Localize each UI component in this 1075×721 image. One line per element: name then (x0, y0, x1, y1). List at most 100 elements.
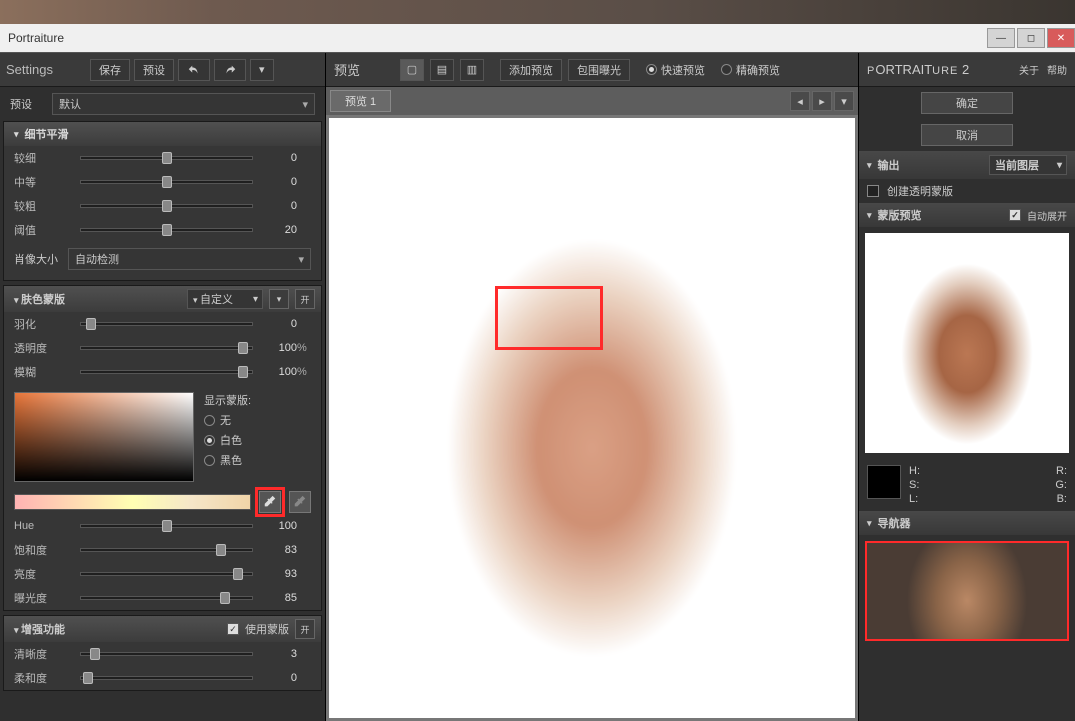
enhance-expand-button[interactable]: 开 (295, 619, 315, 639)
slider-feather: 羽化 0 (4, 312, 321, 336)
show-mask-label: 显示蒙版: (204, 392, 251, 408)
enhance-section: 增强功能 ✓ 使用蒙版 开 清晰度 3 柔和度 0 (3, 615, 322, 691)
preset-row: 预设 默认 (0, 87, 325, 121)
close-button[interactable]: ✕ (1047, 28, 1075, 48)
maximize-button[interactable]: ◻ (1017, 28, 1045, 48)
preview-area[interactable] (326, 115, 858, 721)
color-picker-area: 显示蒙版: 无 白色 黑色 (4, 384, 321, 490)
preset-button[interactable]: 预设 (134, 59, 174, 81)
tab-preview-1[interactable]: 预览 1 (330, 90, 391, 112)
slider-opacity-track[interactable] (80, 346, 253, 350)
view-single-button[interactable]: ▢ (400, 59, 424, 81)
window-controls: — ◻ ✕ (985, 28, 1075, 48)
slider-exposure-track[interactable] (80, 596, 253, 600)
selection-box[interactable] (495, 286, 603, 350)
skin-mode-dropdown-arrow[interactable]: ▾ (269, 289, 289, 309)
help-link[interactable]: 帮助 (1047, 62, 1067, 77)
slider-hue: Hue 100 (4, 514, 321, 538)
tab-prev-button[interactable]: ◂ (790, 91, 810, 111)
brand-label: PORTRAITURE 2 (867, 62, 969, 77)
redo-button[interactable] (214, 59, 246, 81)
mask-none[interactable]: 无 (204, 412, 251, 428)
slider-brightness: 亮度 93 (4, 562, 321, 586)
mask-black[interactable]: 黑色 (204, 452, 251, 468)
slider-saturation-track[interactable] (80, 548, 253, 552)
slider-blur-track[interactable] (80, 370, 253, 374)
slider-medium: 中等 0 (4, 170, 321, 194)
hue-gradient[interactable] (14, 494, 251, 510)
mask-white[interactable]: 白色 (204, 432, 251, 448)
slider-blur: 模糊 100% (4, 360, 321, 384)
output-dropdown[interactable]: 当前图层 (989, 155, 1067, 175)
preset-label: 预设 (10, 96, 42, 112)
view-split-v-button[interactable]: ▥ (460, 59, 484, 81)
enhance-header[interactable]: 增强功能 ✓ 使用蒙版 开 (4, 616, 321, 642)
tab-menu-button[interactable]: ▾ (834, 91, 854, 111)
mask-face-image (865, 233, 1069, 453)
minimize-button[interactable]: — (987, 28, 1015, 48)
slider-saturation: 饱和度 83 (4, 538, 321, 562)
portrait-size-dropdown[interactable]: 自动检测 (68, 248, 311, 270)
skin-expand-button[interactable]: 开 (295, 289, 315, 309)
portrait-size-row: 肖像大小 自动检测 (4, 242, 321, 280)
slider-coarse-track[interactable] (80, 204, 253, 208)
eyedropper-minus-button[interactable] (289, 491, 311, 513)
color-picker[interactable] (14, 392, 194, 482)
window-title: Portraiture (8, 31, 64, 45)
fast-preview-radio[interactable]: 快速预览 (646, 62, 705, 78)
slider-softness: 柔和度 0 (4, 666, 321, 690)
preview-panel: 预览 ▢ ▤ ▥ 添加预览 包围曝光 快速预览 精确预览 预览 1 ◂ ▸ ▾ (326, 53, 859, 721)
preset-dropdown[interactable]: 默认 (52, 93, 315, 115)
right-panel: PORTRAITURE 2 关于 帮助 确定 取消 输出 当前图层 创建透明蒙版… (859, 53, 1075, 721)
detail-smooth-header[interactable]: 细节平滑 (4, 122, 321, 146)
tab-next-button[interactable]: ▸ (812, 91, 832, 111)
view-split-h-button[interactable]: ▤ (430, 59, 454, 81)
add-preview-button[interactable]: 添加预览 (500, 59, 562, 81)
slider-threshold: 阈值 20 (4, 218, 321, 242)
cancel-button[interactable]: 取消 (921, 124, 1013, 146)
about-link[interactable]: 关于 (1019, 62, 1039, 77)
mask-preview-header[interactable]: 蒙版预览 ✓ 自动展开 (859, 203, 1075, 227)
eyedropper-button[interactable] (259, 491, 281, 513)
output-header[interactable]: 输出 当前图层 (859, 151, 1075, 179)
navigator-thumb[interactable] (865, 541, 1069, 641)
hue-bar-row (14, 493, 311, 511)
window-title-bar: Portraiture — ◻ ✕ (0, 24, 1075, 53)
slider-fine-track[interactable] (80, 156, 253, 160)
background-strip (0, 0, 1075, 24)
precise-preview-radio[interactable]: 精确预览 (721, 62, 780, 78)
bracket-exposure-button[interactable]: 包围曝光 (568, 59, 630, 81)
slider-medium-track[interactable] (80, 180, 253, 184)
slider-hue-track[interactable] (80, 524, 253, 528)
hsl-readout: H:R: S:G: L:B: (859, 459, 1075, 511)
slider-softness-track[interactable] (80, 676, 253, 680)
slider-opacity: 透明度 100% (4, 336, 321, 360)
mask-display-options: 显示蒙版: 无 白色 黑色 (204, 392, 251, 482)
main-layout: Settings 保存 预设 ▾ 预设 默认 细节平滑 较细 0 中等 0 (0, 53, 1075, 721)
mask-preview-thumb[interactable] (865, 233, 1069, 453)
right-header: PORTRAITURE 2 关于 帮助 (859, 53, 1075, 87)
navigator-header[interactable]: 导航器 (859, 511, 1075, 535)
slider-brightness-track[interactable] (80, 572, 253, 576)
use-mask-checkbox[interactable]: ✓ (227, 623, 239, 635)
ok-button[interactable]: 确定 (921, 92, 1013, 114)
slider-fine: 较细 0 (4, 146, 321, 170)
preview-canvas (329, 118, 855, 718)
settings-header: Settings 保存 预设 ▾ (0, 53, 325, 87)
navigator-image (867, 543, 1067, 639)
preview-title: 预览 (334, 60, 394, 79)
undo-button[interactable] (178, 59, 210, 81)
history-dropdown[interactable]: ▾ (250, 59, 274, 81)
create-mask-row[interactable]: 创建透明蒙版 (859, 179, 1075, 203)
portrait-size-label: 肖像大小 (14, 251, 58, 267)
slider-threshold-track[interactable] (80, 228, 253, 232)
save-button[interactable]: 保存 (90, 59, 130, 81)
skin-mode-dropdown[interactable]: 自定义 (187, 289, 263, 309)
slider-sharpness-track[interactable] (80, 652, 253, 656)
skin-mask-header[interactable]: 肤色蒙版 自定义 ▾ 开 (4, 286, 321, 312)
create-mask-checkbox[interactable] (867, 185, 879, 197)
slider-feather-track[interactable] (80, 322, 253, 326)
skin-mask-section: 肤色蒙版 自定义 ▾ 开 羽化 0 透明度 100% 模糊 100% (3, 285, 322, 611)
auto-expand-checkbox[interactable]: ✓ (1009, 209, 1021, 221)
detail-smooth-section: 细节平滑 较细 0 中等 0 较粗 0 阈值 20 肖像大 (3, 121, 322, 281)
